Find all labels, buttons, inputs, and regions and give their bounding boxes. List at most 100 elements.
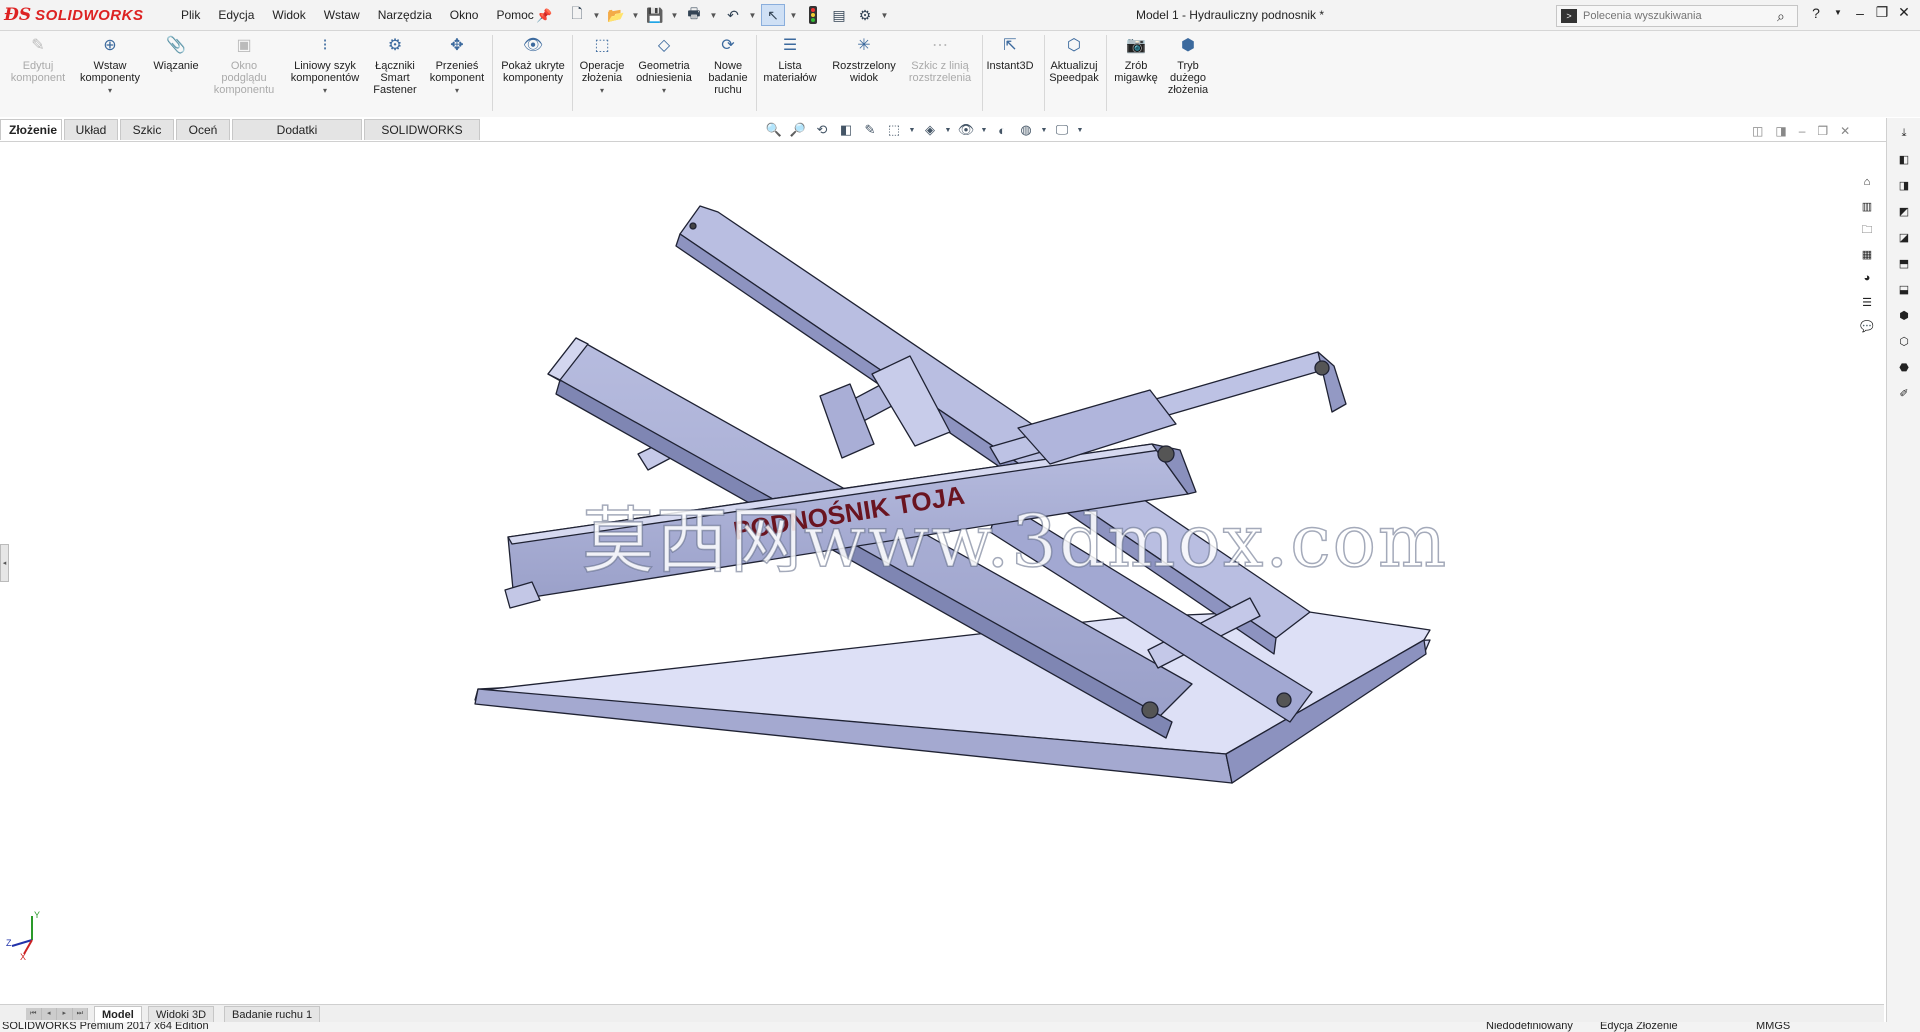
- tab-5[interactable]: SOLIDWORKS MBD: [364, 119, 480, 157]
- section-view-icon[interactable]: ◧: [836, 121, 856, 139]
- open-folder-icon[interactable]: 📂: [605, 5, 627, 25]
- display-style-icon[interactable]: ◈: [920, 121, 940, 139]
- scene-dropdown-icon[interactable]: ▼: [1040, 121, 1048, 139]
- zoom-to-fit-icon[interactable]: 🔍: [764, 121, 784, 139]
- menu-edit[interactable]: Edycja: [209, 8, 263, 22]
- forum-icon[interactable]: 💬: [1856, 316, 1878, 336]
- prev-tab-icon[interactable]: ◂: [42, 1008, 57, 1020]
- tab-3[interactable]: Oceń: [176, 119, 230, 140]
- file-properties-icon[interactable]: ▤: [828, 5, 850, 25]
- menu-window[interactable]: Okno: [441, 8, 488, 22]
- status-units[interactable]: MMGS: [1756, 1022, 1790, 1032]
- large-assembly-button[interactable]: ⬢ Tryb dużego złożenia: [1160, 35, 1216, 97]
- reference-geometry-dropdown-icon[interactable]: ▾: [662, 85, 666, 97]
- print-icon[interactable]: 🖶: [683, 5, 705, 25]
- minimize-icon[interactable]: –: [1852, 5, 1868, 21]
- search-icon[interactable]: ⌕: [1777, 8, 1797, 25]
- menu-view[interactable]: Widok: [263, 8, 314, 22]
- tab-0[interactable]: Złożenie: [0, 119, 62, 140]
- close-icon[interactable]: ✕: [1896, 4, 1912, 21]
- assembly-features-dropdown-icon[interactable]: ▾: [600, 85, 604, 97]
- bottom-view-cube-icon[interactable]: ⬓: [1892, 278, 1916, 300]
- doc-minimize-icon[interactable]: –: [1799, 124, 1806, 138]
- previous-view-icon[interactable]: ⟲: [812, 121, 832, 139]
- new-dropdown-icon[interactable]: ▼: [592, 5, 601, 25]
- home-view-icon[interactable]: ⌂: [1856, 172, 1878, 192]
- smart-fasteners-button[interactable]: ⚙ Łączniki Smart Fastener: [367, 35, 423, 97]
- first-tab-icon[interactable]: ⏮: [26, 1008, 42, 1020]
- options-dropdown-icon[interactable]: ▼: [880, 5, 889, 25]
- apply-scene-icon[interactable]: ◍: [1016, 121, 1036, 139]
- normal-to-icon[interactable]: ✐: [1892, 382, 1916, 404]
- select-cursor-icon[interactable]: ↖: [761, 4, 785, 26]
- undo-dropdown-icon[interactable]: ▼: [748, 5, 757, 25]
- rebuild-traffic-light-icon[interactable]: [802, 5, 824, 25]
- reference-geometry-button[interactable]: ◇ Geometria odniesienia ▾: [629, 35, 699, 97]
- print-dropdown-icon[interactable]: ▼: [709, 5, 718, 25]
- feature-tree-toggle[interactable]: ◂: [0, 544, 9, 582]
- custom-properties-icon[interactable]: ☰: [1856, 292, 1878, 312]
- command-search-box[interactable]: > ⌕: [1556, 5, 1798, 27]
- view-settings-monitor-icon[interactable]: 🖵: [1052, 121, 1072, 139]
- select-dropdown-icon[interactable]: ▼: [789, 5, 798, 25]
- linear-pattern-button[interactable]: ⁝ Liniowy szyk komponentów ▾: [284, 35, 366, 97]
- view-orientation-dropdown-icon[interactable]: ▼: [908, 121, 916, 139]
- menu-file[interactable]: Plik: [172, 8, 209, 22]
- move-component-button[interactable]: ✥ Przenieś komponent ▾: [423, 35, 491, 97]
- tile-left-icon[interactable]: ◫: [1752, 124, 1763, 138]
- instant3d-button[interactable]: ⇱ Instant3D: [981, 35, 1039, 73]
- tab-2[interactable]: Szkic: [120, 119, 174, 140]
- save-dropdown-icon[interactable]: ▼: [670, 5, 679, 25]
- next-tab-icon[interactable]: ▸: [57, 1008, 73, 1020]
- save-icon[interactable]: 💾: [644, 5, 666, 25]
- front-view-cube-icon[interactable]: ◧: [1892, 148, 1916, 170]
- hide-show-dropdown-icon[interactable]: ▼: [980, 121, 988, 139]
- back-view-cube-icon[interactable]: ◨: [1892, 174, 1916, 196]
- design-library-icon[interactable]: ▥: [1856, 196, 1878, 216]
- dimetric-view-icon[interactable]: ⬡: [1892, 330, 1916, 352]
- snapshot-button[interactable]: 📷 Zrób migawkę: [1109, 35, 1163, 85]
- mate-button[interactable]: 📎 Wiązanie: [148, 35, 204, 73]
- edit-appearance-icon[interactable]: ◐: [992, 121, 1012, 139]
- open-dropdown-icon[interactable]: ▼: [631, 5, 640, 25]
- top-view-cube-icon[interactable]: ⬒: [1892, 252, 1916, 274]
- move-component-dropdown-icon[interactable]: ▾: [455, 85, 459, 97]
- menu-insert[interactable]: Wstaw: [315, 8, 369, 22]
- help-icon[interactable]: ?: [1808, 5, 1824, 21]
- appearances-icon[interactable]: ◕: [1856, 268, 1878, 288]
- dynamic-annotation-icon[interactable]: ✎: [860, 121, 880, 139]
- zoom-to-area-icon[interactable]: 🔎: [788, 121, 808, 139]
- new-document-icon[interactable]: 🗋: [566, 5, 588, 25]
- insert-components-button[interactable]: ⊕ Wstaw komponenty ▾: [74, 35, 146, 97]
- tile-right-icon[interactable]: ◨: [1775, 124, 1786, 138]
- hide-show-items-icon[interactable]: 👁: [956, 121, 976, 139]
- search-input[interactable]: [1577, 9, 1777, 23]
- pin-view-icon[interactable]: ⤓: [1892, 122, 1916, 144]
- isometric-view-icon[interactable]: ⬢: [1892, 304, 1916, 326]
- doc-close-icon[interactable]: ✕: [1840, 124, 1850, 138]
- menu-help[interactable]: Pomoc: [487, 8, 542, 22]
- menu-tools[interactable]: Narzędzia: [369, 8, 441, 22]
- right-view-cube-icon[interactable]: ◪: [1892, 226, 1916, 248]
- assembly-features-button[interactable]: ⬚ Operacje złożenia ▾: [573, 35, 631, 97]
- last-tab-icon[interactable]: ⏭: [73, 1008, 88, 1020]
- solidworks-logo[interactable]: ƉS SOLIDWORKS: [4, 2, 154, 28]
- linear-pattern-dropdown-icon[interactable]: ▾: [323, 85, 327, 97]
- speedpak-button[interactable]: ⬡ Aktualizuj Speedpak: [1042, 35, 1106, 85]
- trimetric-view-icon[interactable]: ⬣: [1892, 356, 1916, 378]
- bom-button[interactable]: ☰ Lista materiałów: [758, 35, 822, 85]
- doc-restore-icon[interactable]: ❐: [1817, 124, 1828, 138]
- left-view-cube-icon[interactable]: ◩: [1892, 200, 1916, 222]
- view-settings-dropdown-icon[interactable]: ▼: [1076, 121, 1084, 139]
- restore-icon[interactable]: ❐: [1874, 4, 1890, 21]
- graphics-area[interactable]: PODNOŚNIK TOJA 莫西网www.3dmox.com ◂ Y Z X: [0, 142, 1884, 1004]
- display-style-dropdown-icon[interactable]: ▼: [944, 121, 952, 139]
- tab-1[interactable]: Układ: [64, 119, 118, 140]
- view-palette-icon[interactable]: ▦: [1856, 244, 1878, 264]
- pin-menu-icon[interactable]: 📌: [536, 8, 552, 24]
- tab-4[interactable]: Dodatki SOLIDWORKS: [232, 119, 362, 157]
- tab-scroll-arrows[interactable]: ⏮ ◂ ▸ ⏭: [26, 1008, 88, 1020]
- insert-components-dropdown-icon[interactable]: ▾: [108, 85, 112, 97]
- file-explorer-icon[interactable]: 🗀: [1856, 220, 1878, 240]
- view-orientation-icon[interactable]: ⬚: [884, 121, 904, 139]
